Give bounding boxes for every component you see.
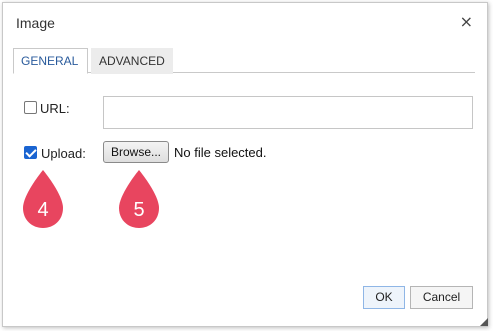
resize-handle-icon[interactable] (480, 318, 488, 326)
cancel-button[interactable]: Cancel (410, 286, 473, 309)
tab-general[interactable]: GENERAL (13, 48, 88, 74)
image-dialog: Image × GENERAL ADVANCED URL: Upload: Br… (0, 0, 493, 331)
callout-number: 5 (133, 199, 145, 221)
browse-button[interactable]: Browse... (103, 141, 169, 163)
upload-checkbox[interactable] (24, 146, 37, 159)
close-icon[interactable]: × (460, 12, 473, 31)
callout-number: 4 (37, 199, 49, 221)
callout-marker-5: 5 (117, 168, 161, 230)
dialog-titlebar[interactable]: Image × (3, 3, 487, 41)
ok-button[interactable]: OK (363, 286, 405, 309)
upload-label: Upload: (41, 146, 86, 161)
url-input[interactable] (103, 96, 473, 129)
tab-bar: GENERAL ADVANCED (13, 48, 475, 74)
url-checkbox[interactable] (24, 101, 37, 114)
url-label: URL: (40, 101, 70, 116)
callout-marker-4: 4 (21, 168, 65, 230)
dialog-title: Image (16, 15, 55, 31)
file-status-text: No file selected. (174, 145, 267, 160)
tab-advanced[interactable]: ADVANCED (91, 48, 173, 74)
